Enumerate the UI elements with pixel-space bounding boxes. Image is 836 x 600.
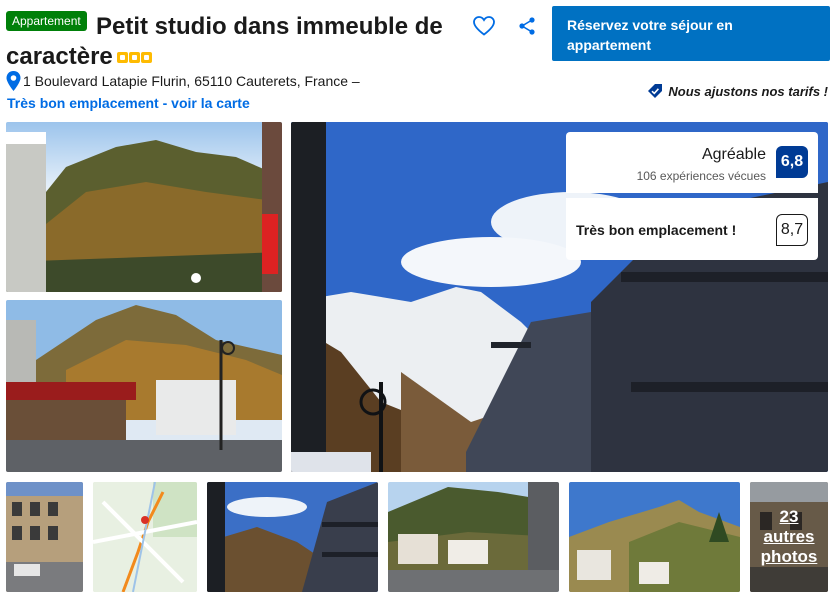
- location-score-badge: 8,7: [776, 214, 808, 246]
- location-score-card[interactable]: Très bon emplacement ! 8,7: [566, 198, 818, 260]
- map-link[interactable]: Très bon emplacement - voir la carte: [7, 95, 250, 111]
- review-score-card[interactable]: Agréable 106 expériences vécues 6,8: [566, 132, 818, 193]
- address: 1 Boulevard Latapie Flurin, 65110 Cauter…: [6, 71, 360, 91]
- star-icon: [116, 52, 128, 64]
- price-match-note[interactable]: Nous ajustons nos tarifs !: [647, 83, 828, 99]
- share-icon[interactable]: [516, 15, 538, 37]
- reserve-button[interactable]: Réservez votre séjour en appartement: [552, 6, 830, 61]
- more-photos-link[interactable]: 23 autres photos: [750, 482, 828, 592]
- tag-check-icon: [648, 84, 663, 98]
- star-icon: [140, 52, 152, 64]
- review-score-badge: 6,8: [776, 146, 808, 178]
- photo-street-brasserie[interactable]: [6, 300, 282, 472]
- photo-mountain-autumn[interactable]: [6, 122, 282, 292]
- map-pin-icon: [6, 71, 21, 91]
- review-count: 106 expériences vécues: [636, 169, 766, 183]
- star-icon: [128, 52, 140, 64]
- heart-icon[interactable]: [472, 14, 496, 38]
- photo-thumb-balconies-mountain[interactable]: [207, 482, 378, 592]
- photo-thumb-more[interactable]: 23 autres photos: [750, 482, 828, 592]
- property-type-badge: Appartement: [6, 11, 87, 31]
- photo-thumb-town-valley[interactable]: [388, 482, 559, 592]
- review-label: Agréable: [701, 146, 766, 163]
- photo-thumb-mountain-village[interactable]: [569, 482, 740, 592]
- star-rating: [116, 52, 152, 64]
- location-label: Très bon emplacement !: [576, 222, 737, 238]
- address-text: 1 Boulevard Latapie Flurin, 65110 Cauter…: [23, 73, 360, 89]
- photo-thumb-map[interactable]: [93, 482, 197, 592]
- photo-thumb-building-facade[interactable]: [6, 482, 83, 592]
